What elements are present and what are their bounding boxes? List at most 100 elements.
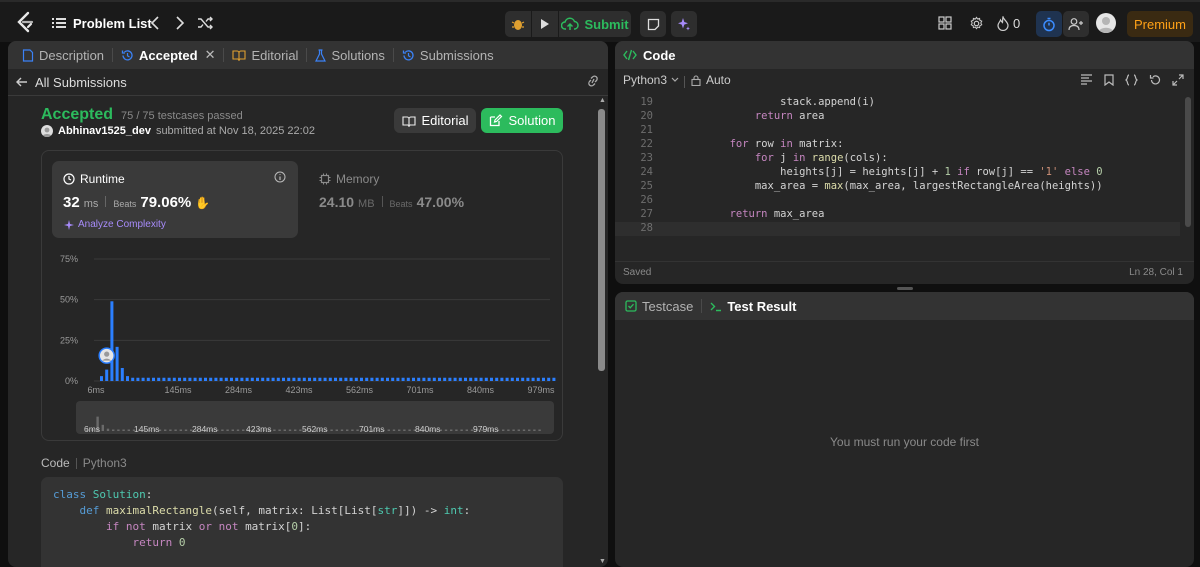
distribution-bar[interactable] [552, 377, 556, 381]
distribution-bar[interactable] [490, 377, 493, 381]
distribution-bar[interactable] [474, 377, 478, 381]
distribution-bar[interactable] [282, 377, 285, 381]
distribution-bar[interactable] [230, 377, 233, 381]
distribution-bar[interactable] [292, 377, 296, 381]
distribution-bar[interactable] [308, 377, 311, 381]
distribution-bar[interactable] [505, 377, 509, 381]
distribution-bar[interactable] [479, 377, 483, 381]
distribution-bar[interactable] [136, 377, 140, 381]
tab-test-result[interactable]: Test Result [702, 292, 804, 320]
distribution-bar[interactable] [354, 377, 358, 381]
solution-button[interactable]: Solution [481, 108, 563, 133]
distribution-bar[interactable] [406, 377, 410, 381]
distribution-bar[interactable] [167, 377, 171, 381]
distribution-bar[interactable] [386, 377, 389, 381]
share-link-icon[interactable] [586, 75, 600, 90]
distribution-bar[interactable] [344, 377, 348, 381]
prev-problem-icon[interactable] [147, 14, 163, 32]
timer-button[interactable] [1036, 11, 1062, 37]
analyze-complexity-link[interactable]: Analyze Complexity [64, 219, 166, 230]
distribution-bar[interactable] [438, 377, 441, 381]
distribution-bar[interactable] [500, 377, 504, 381]
distribution-bar[interactable] [432, 377, 436, 381]
language-select[interactable]: Python3 [623, 73, 679, 87]
distribution-bar[interactable] [287, 377, 291, 381]
add-collaborator-button[interactable] [1063, 11, 1089, 37]
streak-counter[interactable]: 0 [997, 15, 1020, 31]
distribution-bar[interactable] [526, 377, 530, 381]
distribution-bar[interactable] [224, 377, 228, 381]
distribution-bar[interactable] [146, 377, 150, 381]
chart-range-slider[interactable]: 6ms 145ms 284ms 423ms 562ms 701ms 840ms 979ms [76, 401, 554, 434]
distribution-bar[interactable] [375, 377, 379, 381]
layout-icon[interactable] [937, 15, 953, 31]
tab-submissions[interactable]: Submissions [394, 41, 502, 69]
distribution-bar[interactable] [401, 377, 405, 381]
distribution-bar[interactable] [417, 377, 421, 381]
memory-card[interactable]: Memory 24.10 MB Beats 47.00% [308, 161, 508, 238]
distribution-bar[interactable] [120, 367, 124, 381]
distribution-bar[interactable] [339, 377, 343, 381]
distribution-bar[interactable] [204, 377, 207, 381]
distribution-bar[interactable] [183, 377, 187, 381]
distribution-bar[interactable] [240, 377, 244, 381]
distribution-bar[interactable] [152, 377, 155, 381]
distribution-bar[interactable] [256, 377, 259, 381]
shuffle-icon[interactable] [196, 14, 214, 32]
distribution-bar[interactable] [276, 377, 280, 381]
close-tab-icon[interactable]: ✕ [205, 47, 216, 63]
reset-icon[interactable] [1149, 74, 1161, 86]
distribution-bar[interactable] [360, 377, 363, 381]
distribution-bar[interactable] [198, 377, 202, 381]
panel-resize-handle[interactable] [897, 287, 913, 290]
format-icon[interactable] [1080, 74, 1093, 85]
distribution-bar[interactable] [193, 377, 197, 381]
auto-complete-toggle[interactable]: Auto [691, 73, 731, 87]
distribution-bar[interactable] [126, 376, 129, 381]
submitted-code-block[interactable]: class Solution: def maximalRectangle (sel… [41, 477, 563, 567]
distribution-bar[interactable] [250, 377, 254, 381]
tab-description[interactable]: Description [14, 41, 112, 69]
maximize-icon[interactable] [1172, 74, 1184, 86]
distribution-bar[interactable] [318, 377, 322, 381]
bookmark-icon[interactable] [1104, 74, 1114, 86]
ai-assist-button[interactable] [671, 11, 697, 37]
distribution-bar[interactable] [115, 346, 119, 381]
notes-button[interactable] [640, 11, 666, 37]
distribution-bar[interactable] [100, 376, 103, 381]
distribution-bar[interactable] [235, 377, 239, 381]
debug-button[interactable] [505, 11, 531, 37]
leetcode-logo-icon[interactable] [14, 11, 36, 33]
distribution-bar[interactable] [261, 377, 265, 381]
distribution-bar[interactable] [453, 377, 457, 381]
distribution-bar[interactable] [516, 377, 519, 381]
run-button[interactable] [532, 11, 558, 37]
problem-list-button[interactable]: Problem List [52, 15, 152, 31]
distribution-bar[interactable] [323, 377, 327, 381]
distribution-bar[interactable] [328, 377, 332, 381]
distribution-bar[interactable] [334, 377, 337, 381]
distribution-bar[interactable] [521, 377, 525, 381]
distribution-bar[interactable] [313, 377, 317, 381]
distribution-bar[interactable] [448, 377, 452, 381]
avatar[interactable] [1096, 13, 1116, 33]
distribution-bar[interactable] [547, 377, 551, 381]
tab-solutions[interactable]: Solutions [307, 41, 392, 69]
your-submission-marker[interactable] [98, 347, 115, 364]
distribution-bar[interactable] [172, 377, 176, 381]
distribution-bar[interactable] [531, 377, 535, 381]
distribution-bar[interactable] [209, 377, 213, 381]
distribution-bar[interactable] [443, 377, 447, 381]
distribution-bar[interactable] [396, 377, 400, 381]
code-editor-area[interactable]: 19 stack.append(i) 20 return area 21 22 for… [615, 93, 1180, 238]
distribution-bar[interactable] [536, 377, 540, 381]
distribution-bar[interactable] [542, 377, 545, 381]
settings-gear-icon[interactable] [968, 15, 984, 31]
premium-button[interactable]: Premium [1127, 11, 1193, 37]
distribution-bar[interactable] [370, 377, 374, 381]
distribution-bar[interactable] [110, 301, 114, 381]
runtime-card[interactable]: Runtime 32 ms Beats 79.06% ✋ Analyze Com… [52, 161, 298, 238]
distribution-bar[interactable] [458, 377, 462, 381]
editorial-button[interactable]: Editorial [394, 108, 476, 133]
distribution-bar[interactable] [162, 377, 166, 381]
